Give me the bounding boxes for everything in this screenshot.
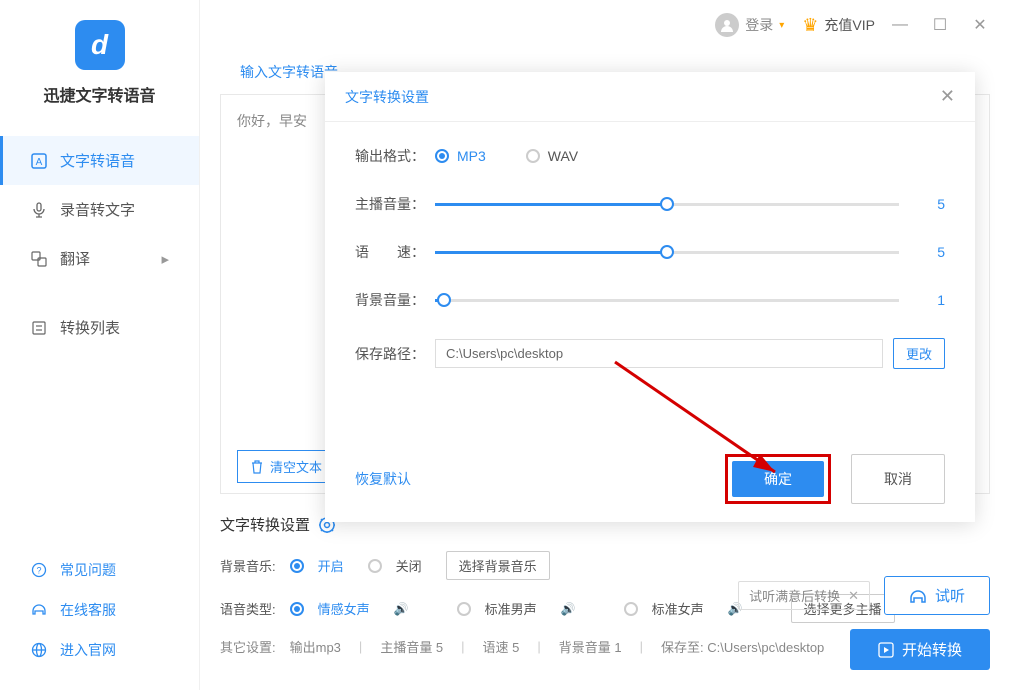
maximize-button[interactable]: ☐ bbox=[925, 10, 955, 40]
headset-icon bbox=[30, 601, 48, 619]
nav: A 文字转语音 录音转文字 翻译 ▸ 转换列表 bbox=[0, 136, 199, 352]
link-label: 在线客服 bbox=[60, 600, 116, 620]
nav-speech-to-text[interactable]: 录音转文字 bbox=[0, 185, 199, 234]
app-logo-icon: d bbox=[75, 20, 125, 70]
dialog-header: 文字转换设置 ✕ bbox=[325, 72, 975, 122]
avatar-icon bbox=[715, 13, 739, 37]
speed-slider[interactable] bbox=[435, 251, 899, 254]
preview-hint: 试听满意后转换 ✕ bbox=[738, 581, 870, 610]
dialog-close-icon[interactable]: ✕ bbox=[940, 86, 955, 107]
nav-label: 录音转文字 bbox=[60, 199, 135, 220]
save-path-input[interactable] bbox=[435, 339, 883, 368]
minimize-button[interactable]: — bbox=[885, 10, 915, 40]
voice-opt3-radio[interactable] bbox=[624, 602, 638, 616]
dialog-body: 输出格式： MP3 WAV 主播音量： 5 语 速： bbox=[325, 122, 975, 436]
cancel-button[interactable]: 取消 bbox=[851, 454, 945, 504]
nav-label: 翻译 bbox=[60, 248, 90, 269]
list-icon bbox=[30, 319, 48, 337]
preview-button[interactable]: 试听 bbox=[884, 576, 990, 615]
format-mp3-option[interactable]: MP3 bbox=[435, 148, 486, 164]
vip-label: 充值VIP bbox=[824, 15, 875, 35]
translate-icon bbox=[30, 250, 48, 268]
voice-opt1-radio[interactable] bbox=[290, 602, 304, 616]
slider-thumb[interactable] bbox=[660, 197, 674, 211]
app-name: 迅捷文字转语音 bbox=[0, 82, 199, 106]
dismiss-hint-icon[interactable]: ✕ bbox=[848, 588, 859, 604]
convert-button[interactable]: 开始转换 bbox=[850, 629, 990, 670]
volume-row: 主播音量： 5 bbox=[355, 194, 945, 214]
link-label: 进入官网 bbox=[60, 640, 116, 660]
dialog-footer: 恢复默认 确定 取消 bbox=[325, 436, 975, 522]
login-button[interactable]: 登录 ▾ bbox=[715, 13, 784, 37]
select-bgm-button[interactable]: 选择背景音乐 bbox=[446, 551, 550, 580]
change-path-button[interactable]: 更改 bbox=[893, 338, 945, 369]
text-to-speech-icon: A bbox=[30, 152, 48, 170]
radio-icon bbox=[435, 149, 449, 163]
clear-text-button[interactable]: 清空文本 bbox=[237, 450, 335, 483]
sound-icon[interactable]: 🔊 bbox=[561, 602, 576, 616]
confirm-button[interactable]: 确定 bbox=[732, 461, 824, 497]
format-row: 输出格式： MP3 WAV bbox=[355, 146, 945, 166]
nav-translate[interactable]: 翻译 ▸ bbox=[0, 234, 199, 283]
path-row: 保存路径： 更改 bbox=[355, 338, 945, 369]
login-label: 登录 bbox=[745, 15, 773, 35]
sound-icon[interactable]: 🔊 bbox=[394, 602, 409, 616]
link-label: 常见问题 bbox=[60, 560, 116, 580]
action-area: 试听满意后转换 ✕ 试听 开始转换 bbox=[738, 576, 990, 670]
bgm-on-radio[interactable] bbox=[290, 559, 304, 573]
faq-link[interactable]: ? 常见问题 bbox=[0, 550, 199, 590]
globe-icon bbox=[30, 641, 48, 659]
website-link[interactable]: 进入官网 bbox=[0, 630, 199, 670]
slider-thumb[interactable] bbox=[437, 293, 451, 307]
chevron-down-icon: ▾ bbox=[779, 20, 784, 31]
volume-slider[interactable] bbox=[435, 203, 899, 206]
dialog-title: 文字转换设置 bbox=[345, 87, 429, 107]
annotation-highlight: 确定 bbox=[725, 454, 831, 504]
slider-thumb[interactable] bbox=[660, 245, 674, 259]
vip-button[interactable]: ♛ 充值VIP bbox=[794, 15, 875, 36]
speed-row: 语 速： 5 bbox=[355, 242, 945, 262]
svg-text:A: A bbox=[36, 157, 43, 168]
trash-icon bbox=[250, 460, 264, 474]
nav-label: 文字转语音 bbox=[60, 150, 135, 171]
question-icon: ? bbox=[30, 561, 48, 579]
nav-convert-list[interactable]: 转换列表 bbox=[0, 303, 199, 352]
microphone-icon bbox=[30, 201, 48, 219]
radio-icon bbox=[526, 149, 540, 163]
nav-text-to-speech[interactable]: A 文字转语音 bbox=[0, 136, 199, 185]
voice-opt2-radio[interactable] bbox=[457, 602, 471, 616]
bgm-volume-row: 背景音量： 1 bbox=[355, 290, 945, 310]
logo-area: d 迅捷文字转语音 bbox=[0, 0, 199, 126]
bgm-slider[interactable] bbox=[435, 299, 899, 302]
bgm-off-radio[interactable] bbox=[368, 559, 382, 573]
format-wav-option[interactable]: WAV bbox=[526, 148, 578, 164]
chevron-right-icon: ▸ bbox=[161, 250, 169, 268]
support-link[interactable]: 在线客服 bbox=[0, 590, 199, 630]
bottom-links: ? 常见问题 在线客服 进入官网 bbox=[0, 550, 199, 690]
headphone-icon bbox=[909, 587, 927, 605]
svg-text:?: ? bbox=[36, 566, 41, 576]
titlebar: 登录 ▾ ♛ 充值VIP — ☐ ✕ bbox=[200, 0, 1010, 50]
clear-label: 清空文本 bbox=[270, 457, 322, 476]
nav-label: 转换列表 bbox=[60, 317, 120, 338]
play-icon bbox=[878, 642, 894, 658]
close-button[interactable]: ✕ bbox=[965, 10, 995, 40]
crown-icon: ♛ bbox=[802, 15, 818, 36]
settings-dialog: 文字转换设置 ✕ 输出格式： MP3 WAV 主播音量： 5 bbox=[325, 72, 975, 522]
sidebar: d 迅捷文字转语音 A 文字转语音 录音转文字 翻译 ▸ 转换列表 bbox=[0, 0, 200, 690]
restore-defaults-link[interactable]: 恢复默认 bbox=[355, 469, 411, 489]
